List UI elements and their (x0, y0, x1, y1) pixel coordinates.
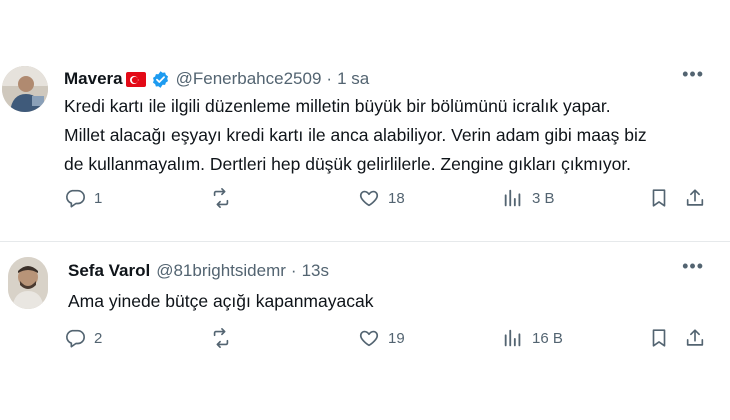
retweet-icon (213, 328, 229, 348)
views-count: 3 B (532, 189, 555, 207)
bookmark-button[interactable] (648, 327, 670, 349)
timestamp[interactable]: 13s (302, 261, 329, 281)
share-button[interactable] (684, 187, 706, 209)
separator-dot: · (326, 69, 333, 88)
tweet[interactable]: Sefa Varol @81brightsidemr · 13s ••• Ama… (0, 243, 730, 420)
views-icon (504, 189, 521, 207)
retweet-button[interactable] (210, 327, 240, 349)
timestamp[interactable]: 1 sa (337, 69, 369, 89)
more-icon[interactable]: ••• (682, 256, 704, 277)
reply-button[interactable]: 2 (64, 327, 102, 349)
avatar[interactable] (8, 257, 48, 309)
views-button[interactable]: 16 B (502, 327, 563, 349)
tweet-text: Ama yinede bütçe açığı kapanmayacak (68, 287, 718, 316)
like-button[interactable]: 18 (358, 187, 405, 209)
views-icon (504, 329, 521, 347)
like-icon (359, 330, 379, 347)
bookmark-icon (652, 329, 666, 347)
views-button[interactable]: 3 B (502, 187, 555, 209)
retweet-button[interactable] (210, 187, 240, 209)
share-icon (686, 329, 704, 346)
views-count: 16 B (532, 329, 563, 347)
tweet-text-line: de kullanmayalım. Dertleri hep düşük gel… (64, 154, 632, 174)
tweet-header: Mavera @Fenerbahce2509 · 1 sa (64, 69, 369, 89)
verified-badge-icon (151, 70, 170, 89)
like-icon (359, 190, 379, 207)
like-count: 19 (388, 329, 405, 347)
action-bar: 2 19 16 B (62, 327, 710, 353)
reply-button[interactable]: 1 (64, 187, 102, 209)
display-name[interactable]: Sefa Varol (68, 261, 150, 281)
display-name[interactable]: Mavera (64, 69, 123, 89)
reply-icon (66, 189, 85, 208)
share-button[interactable] (684, 327, 706, 349)
avatar[interactable] (2, 66, 48, 112)
tweet-header: Sefa Varol @81brightsidemr · 13s (68, 261, 329, 281)
retweet-icon (213, 188, 229, 208)
bookmark-icon (652, 189, 666, 207)
share-icon (686, 189, 704, 206)
tweet-text-line: Ama yinede bütçe açığı kapanmayacak (68, 291, 374, 311)
tweet-text-line: Millet alacağı eşyayı kredi kartı ile an… (64, 125, 647, 145)
reply-count: 1 (94, 189, 103, 207)
reply-icon (66, 329, 85, 348)
tweet[interactable]: Mavera @Fenerbahce2509 · 1 sa ••• Kredi … (0, 0, 730, 242)
handle[interactable]: @Fenerbahce2509 (176, 69, 322, 89)
action-bar: 1 18 3 B (62, 187, 710, 213)
like-button[interactable]: 19 (358, 327, 405, 349)
tweet-text: Kredi kartı ile ilgili düzenleme milleti… (64, 92, 714, 179)
like-count: 18 (388, 189, 405, 207)
tweet-text-line: Kredi kartı ile ilgili düzenleme milleti… (64, 96, 611, 116)
separator-dot: · (290, 261, 297, 280)
bookmark-button[interactable] (648, 187, 670, 209)
turkey-flag-icon (125, 72, 146, 87)
more-icon[interactable]: ••• (682, 64, 704, 85)
reply-count: 2 (94, 329, 103, 347)
handle[interactable]: @81brightsidemr (156, 261, 286, 281)
